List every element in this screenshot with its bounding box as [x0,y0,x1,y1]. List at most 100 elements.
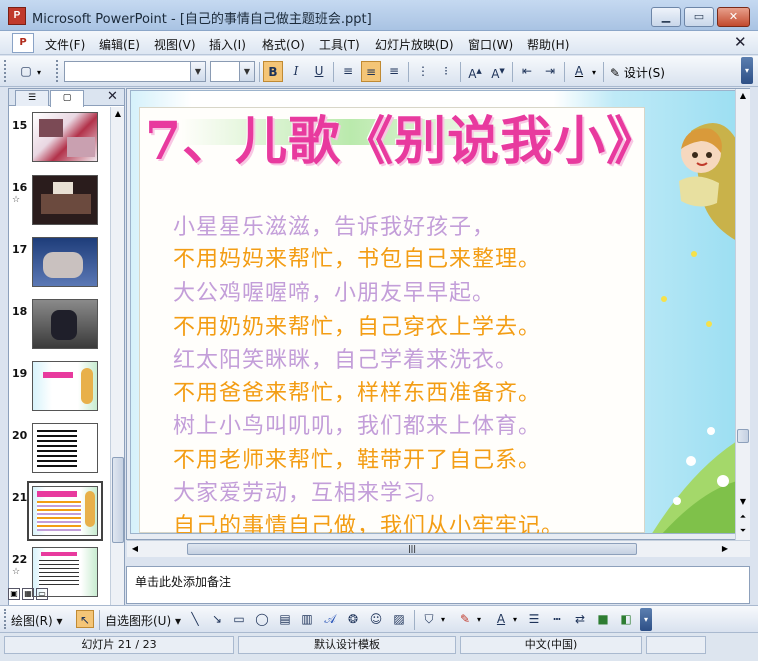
arrow-icon[interactable]: ↘ [208,610,226,628]
slideshow-view-icon[interactable]: ▭ [36,588,48,600]
toolbar-options-chevron-icon[interactable]: ▾ [37,68,41,77]
scroll-left-icon[interactable]: ◀ [129,542,141,556]
previous-slide-icon[interactable]: ⏶ [737,511,749,523]
minimize-button[interactable]: ▁ [651,7,681,27]
toolbar-grip[interactable] [4,609,7,629]
powerpoint-app-icon[interactable]: P [8,7,26,25]
underline-button[interactable]: U [309,61,329,82]
menu-file[interactable]: 文件(F) [45,36,85,53]
slide-canvas[interactable]: 7、儿歌《别说我小》 小星星乐滋滋，告诉我好孩子， 不用妈妈来帮忙，书包自己来整… [130,90,736,534]
rectangle-icon[interactable]: ▭ [230,610,248,628]
font-name-combo[interactable]: ▼ [64,61,206,82]
slide-thumbnail-19[interactable] [32,361,98,411]
slide-thumbnail-21[interactable] [32,486,98,536]
slide-sorter-view-icon[interactable]: ▦ [22,588,34,600]
poem-line[interactable]: 不用爸爸来帮忙，样样东西准备齐。 [173,375,541,407]
scroll-right-icon[interactable]: ▶ [719,542,731,556]
dash-style-icon[interactable]: ┅ [548,610,566,628]
clip-art-icon[interactable]: ☺ [367,610,385,628]
select-objects-icon[interactable]: ↖ [76,610,94,628]
font-color-chevron-icon[interactable]: ▾ [592,68,596,77]
notes-pane[interactable]: 单击此处添加备注 [126,566,750,604]
increase-font-icon[interactable]: A▲ [465,61,485,82]
align-left-icon[interactable]: ≡ [338,61,358,82]
slide-thumbnail-18[interactable] [32,299,98,349]
menu-tools[interactable]: 工具(T) [319,36,360,53]
font-color-icon[interactable]: A [569,61,589,82]
slide-title[interactable]: 7、儿歌《别说我小》 [145,99,659,174]
tab-outline[interactable]: ☰ [15,90,49,106]
title-bar[interactable]: P Microsoft PowerPoint - [自己的事情自己做主题班会.p… [0,0,758,31]
scroll-up-icon[interactable]: ▲ [737,89,749,103]
fill-color-icon[interactable]: ⛉ [420,610,438,628]
arrow-style-icon[interactable]: ⇄ [571,610,589,628]
chevron-down-icon[interactable]: ▼ [239,62,254,81]
poem-line[interactable]: 大公鸡喔喔啼，小朋友早早起。 [173,275,495,307]
poem-line[interactable]: 不用老师来帮忙，鞋带开了自己系。 [173,442,541,474]
chevron-down-icon[interactable]: ▼ [190,62,205,81]
oval-icon[interactable]: ◯ [253,610,271,628]
tab-slides[interactable]: ▢ [50,90,84,107]
3d-style-icon[interactable]: ◧ [617,610,635,628]
menu-window[interactable]: 窗口(W) [468,36,513,53]
poem-line[interactable]: 不用奶奶来帮忙，自己穿衣上学去。 [173,309,541,341]
slides-panel-scrollbar[interactable]: ▲ ▼ [110,107,124,628]
notes-placeholder[interactable]: 单击此处添加备注 [135,573,231,590]
bulleted-list-icon[interactable]: ⁝ [436,61,456,82]
poem-line[interactable]: 大家爱劳动，互相来学习。 [173,475,449,507]
bold-button[interactable]: B [263,61,283,82]
poem-line[interactable]: 不用妈妈来帮忙，书包自己来整理。 [173,241,541,273]
line-style-icon[interactable]: ☰ [525,610,543,628]
align-right-icon[interactable]: ≡ [384,61,404,82]
insert-picture-icon[interactable]: ▨ [390,610,408,628]
line-color-icon[interactable]: ✎ [456,610,474,628]
slide-thumbnail-20[interactable] [32,423,98,473]
slide-thumbnail-17[interactable] [32,237,98,287]
menu-format[interactable]: 格式(O) [262,36,305,53]
textbox-icon[interactable]: ▤ [276,610,294,628]
numbered-list-icon[interactable]: ⋮ [413,61,433,82]
fill-color-chevron-icon[interactable]: ▾ [441,615,445,624]
menu-slideshow[interactable]: 幻灯片放映(D) [375,36,454,53]
slide-thumbnail-15[interactable] [32,112,98,162]
close-document-icon[interactable]: ✕ [734,33,747,51]
font-color-draw-chevron-icon[interactable]: ▾ [513,615,517,624]
next-slide-icon[interactable]: ⏷ [737,525,749,537]
scrollbar-thumb[interactable] [112,457,124,543]
maximize-button[interactable]: ▭ [684,7,714,27]
vertical-textbox-icon[interactable]: ▥ [298,610,316,628]
toolbar-grip[interactable] [4,60,7,82]
main-horizontal-scrollbar[interactable]: ◀ ||| ▶ [127,540,750,557]
wordart-icon[interactable]: 𝒜 [321,610,339,628]
menu-edit[interactable]: 编辑(E) [99,36,140,53]
menu-insert[interactable]: 插入(I) [209,36,246,53]
shadow-style-icon[interactable]: ■ [594,610,612,628]
line-icon[interactable]: ╲ [186,610,204,628]
document-icon[interactable]: P [12,33,34,53]
italic-button[interactable]: I [286,61,306,82]
normal-view-icon[interactable]: ▣ [8,588,20,600]
poem-line[interactable]: 小星星乐滋滋，告诉我好孩子， [173,209,495,241]
align-center-icon[interactable]: ≡ [361,61,381,82]
autoshapes-button[interactable]: 自选图形(U) ▾ [105,612,181,629]
draw-menu-button[interactable]: 绘图(R) ▾ [11,612,63,629]
poem-line[interactable]: 红太阳笑眯眯，自己学着来洗衣。 [173,342,518,374]
diagram-icon[interactable]: ❂ [344,610,362,628]
poem-line[interactable]: 树上小鸟叫叽叽，我们都来上体育。 [173,408,541,440]
new-document-icon[interactable]: ▢ [16,61,36,82]
close-panel-icon[interactable]: ✕ [107,89,118,104]
menu-help[interactable]: 帮助(H) [527,36,569,53]
poem-line[interactable]: 自己的事情自己做，我们从小牢牢记。 [173,508,564,533]
font-color-draw-icon[interactable]: A [492,610,510,628]
toolbar-grip-2[interactable] [56,60,59,82]
scroll-down-icon[interactable]: ▼ [737,495,749,509]
design-button[interactable]: ✎ 设计(S) [610,64,665,81]
toolbar-options-icon[interactable]: ▾ [640,608,652,631]
close-window-button[interactable]: ✕ [717,7,750,27]
line-color-chevron-icon[interactable]: ▾ [477,615,481,624]
font-size-combo[interactable]: ▼ [210,61,255,82]
main-vertical-scrollbar[interactable]: ▲ ▼ ⏶ ⏷ [735,89,750,540]
decrease-indent-icon[interactable]: ⇤ [517,61,537,82]
scrollbar-thumb[interactable] [737,429,749,443]
slide-thumbnail-16[interactable] [32,175,98,225]
